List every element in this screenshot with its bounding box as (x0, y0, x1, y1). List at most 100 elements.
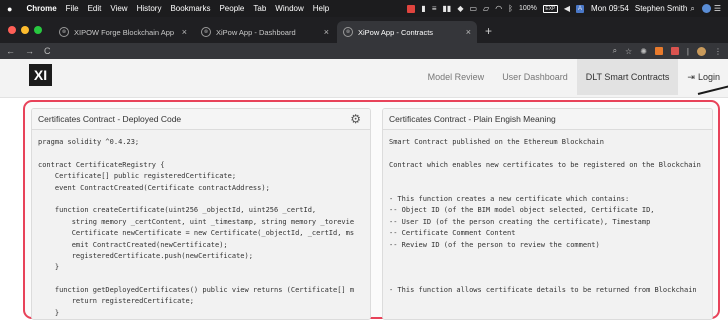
menu-history[interactable]: History (137, 4, 162, 13)
deployed-code-panel: Certificates Contract - Deployed Code ⚙ … (31, 108, 371, 320)
close-icon[interactable]: × (466, 27, 471, 37)
highlight-frame: Certificates Contract - Deployed Code ⚙ … (23, 100, 720, 320)
page-content: XI Model Review User Dashboard DLT Smart… (0, 59, 728, 320)
meaning-line (389, 308, 706, 319)
extension-c-icon[interactable] (654, 47, 663, 55)
app-logo[interactable]: XI (29, 64, 52, 86)
screen-share-icon[interactable]: ▮ (421, 4, 425, 13)
status-area: ▮ ≡ ▮▮ ◆ ▭ ▱ ◠ ᛒ 100% EXP ◀ A Mon 09:54 … (404, 4, 728, 14)
gear-icon[interactable]: ⚙ (350, 112, 361, 126)
status-app-icon[interactable] (407, 4, 416, 13)
code-line: Certificate newCertificate = new Certifi… (38, 229, 355, 238)
menu-edit[interactable]: Edit (88, 4, 102, 13)
display-icon[interactable]: ▭ (469, 4, 477, 13)
user-name[interactable]: Stephen Smith (635, 4, 687, 13)
browser-tabstrip: ⊗ XIPOW Forge Blockchain App × ⊗ XiPow A… (0, 17, 728, 43)
bluetooth-icon[interactable]: ᛒ (508, 4, 513, 13)
nav-model-review[interactable]: Model Review (419, 59, 494, 95)
tab-label: XiPow App - Dashboard (216, 27, 296, 37)
code-line: event ContractCreated(Certificate contra… (38, 183, 270, 192)
battery-percent: 100% (518, 5, 537, 12)
nav-user-dashboard[interactable]: User Dashboard (493, 59, 577, 95)
airplay-icon[interactable]: ▱ (483, 4, 489, 13)
list-icon[interactable]: ≡ (432, 4, 437, 13)
back-button[interactable]: ← (6, 46, 15, 56)
menu-kebab-icon[interactable]: ⋮ (714, 47, 722, 56)
extension-icon[interactable]: ✺ (640, 47, 647, 56)
close-icon[interactable]: × (324, 27, 329, 37)
gmail-icon[interactable] (670, 47, 679, 55)
code-line: emit ContractCreated(newCertificate); (38, 240, 228, 249)
search-icon[interactable]: ⌕ (690, 4, 694, 14)
login-label: Login (697, 72, 720, 82)
meaning-line (389, 183, 706, 194)
search-icon[interactable]: ⌕ (613, 46, 617, 56)
pause-icon[interactable]: ▮▮ (443, 4, 452, 13)
minimize-window-button[interactable] (21, 26, 29, 34)
code-block: pragma solidity ^0.4.23; contract Certifi… (32, 130, 370, 319)
battery-icon[interactable]: EXP (542, 4, 558, 13)
nav-dlt-smart-contracts[interactable]: DLT Smart Contracts (576, 59, 679, 95)
code-line: string memory _certContent, uint _timest… (38, 217, 355, 226)
menu-people[interactable]: People (219, 4, 244, 13)
apple-icon[interactable]: ● (7, 4, 12, 14)
panel-title: Certificates Contract - Plain Engish Mea… (383, 109, 712, 130)
meaning-line: -- Object ID (of the BIM model object se… (389, 206, 655, 215)
meaning-line (389, 171, 706, 182)
code-line: function getDeployedCertificates() publi… (38, 286, 355, 295)
tab-label: XIPOW Forge Blockchain App (74, 27, 175, 37)
clock[interactable]: Mon 09:54 (591, 4, 629, 13)
globe-icon: ⊗ (201, 27, 211, 37)
app-navbar: XI Model Review User Dashboard DLT Smart… (0, 59, 728, 98)
code-line: } (38, 263, 60, 272)
input-source-icon[interactable]: A (576, 4, 585, 13)
meaning-line (389, 274, 706, 285)
menu-tab[interactable]: Tab (253, 4, 266, 13)
bookmark-star-icon[interactable]: ☆ (625, 47, 632, 56)
code-line: contract CertificateRegistry { (38, 160, 165, 169)
meaning-line: -- Certificate Comment Content (389, 229, 516, 238)
profile-avatar[interactable] (697, 46, 706, 56)
macos-menubar: ● Chrome File Edit View History Bookmark… (0, 0, 728, 17)
tab-contracts[interactable]: ⊗ XiPow App - Contracts × (337, 21, 477, 43)
close-icon[interactable]: × (182, 27, 187, 37)
menu-chrome[interactable]: Chrome (26, 4, 56, 13)
globe-icon: ⊗ (59, 27, 69, 37)
login-icon: ⇥ (687, 71, 695, 82)
volume-icon[interactable]: ◀ (564, 4, 570, 13)
code-line: Certificate[] public registeredCertifica… (38, 172, 237, 181)
new-tab-button[interactable]: + (485, 24, 492, 38)
meaning-line: -- User ID (of the person creating the c… (389, 217, 651, 226)
menu-view[interactable]: View (110, 4, 127, 13)
meaning-line: - This function creates a new certificat… (389, 194, 630, 203)
toolbar-actions: ⌕ ☆ ✺ | ⋮ (605, 46, 728, 56)
meaning-line: Contract which enables new certificates … (389, 160, 701, 169)
dropbox-icon[interactable]: ◆ (457, 4, 463, 13)
address-bar: ← → C ⌕ ☆ ✺ | ⋮ (0, 43, 728, 59)
meaning-line: - This function allows certificate detai… (389, 286, 697, 295)
menu-file[interactable]: File (66, 4, 79, 13)
tab-dashboard[interactable]: ⊗ XiPow App - Dashboard × (195, 21, 335, 43)
close-window-button[interactable] (8, 26, 16, 34)
meaning-block: Smart Contract published on the Ethereum… (383, 130, 712, 319)
meaning-line (389, 296, 706, 307)
menu-bookmarks[interactable]: Bookmarks (170, 4, 210, 13)
tab-label: XiPow App - Contracts (358, 27, 434, 37)
notification-center-icon[interactable]: ☰ (714, 4, 721, 13)
menu-window[interactable]: Window (275, 4, 303, 13)
forward-button[interactable]: → (25, 46, 34, 56)
siri-icon[interactable] (701, 4, 711, 13)
meaning-line: -- Review ID (of the person to review th… (389, 240, 600, 249)
code-line: return registeredCertificate; (38, 297, 194, 306)
code-line: } (38, 308, 60, 317)
reload-button[interactable]: C (44, 46, 51, 56)
meaning-line (389, 262, 706, 273)
wifi-icon[interactable]: ◠ (495, 4, 502, 13)
menu-help[interactable]: Help (313, 4, 329, 13)
meaning-line: Smart Contract published on the Ethereum… (389, 138, 604, 146)
tab-forge-blockchain[interactable]: ⊗ XIPOW Forge Blockchain App × (53, 21, 193, 43)
fullscreen-window-button[interactable] (34, 26, 42, 34)
separator: | (686, 46, 689, 56)
